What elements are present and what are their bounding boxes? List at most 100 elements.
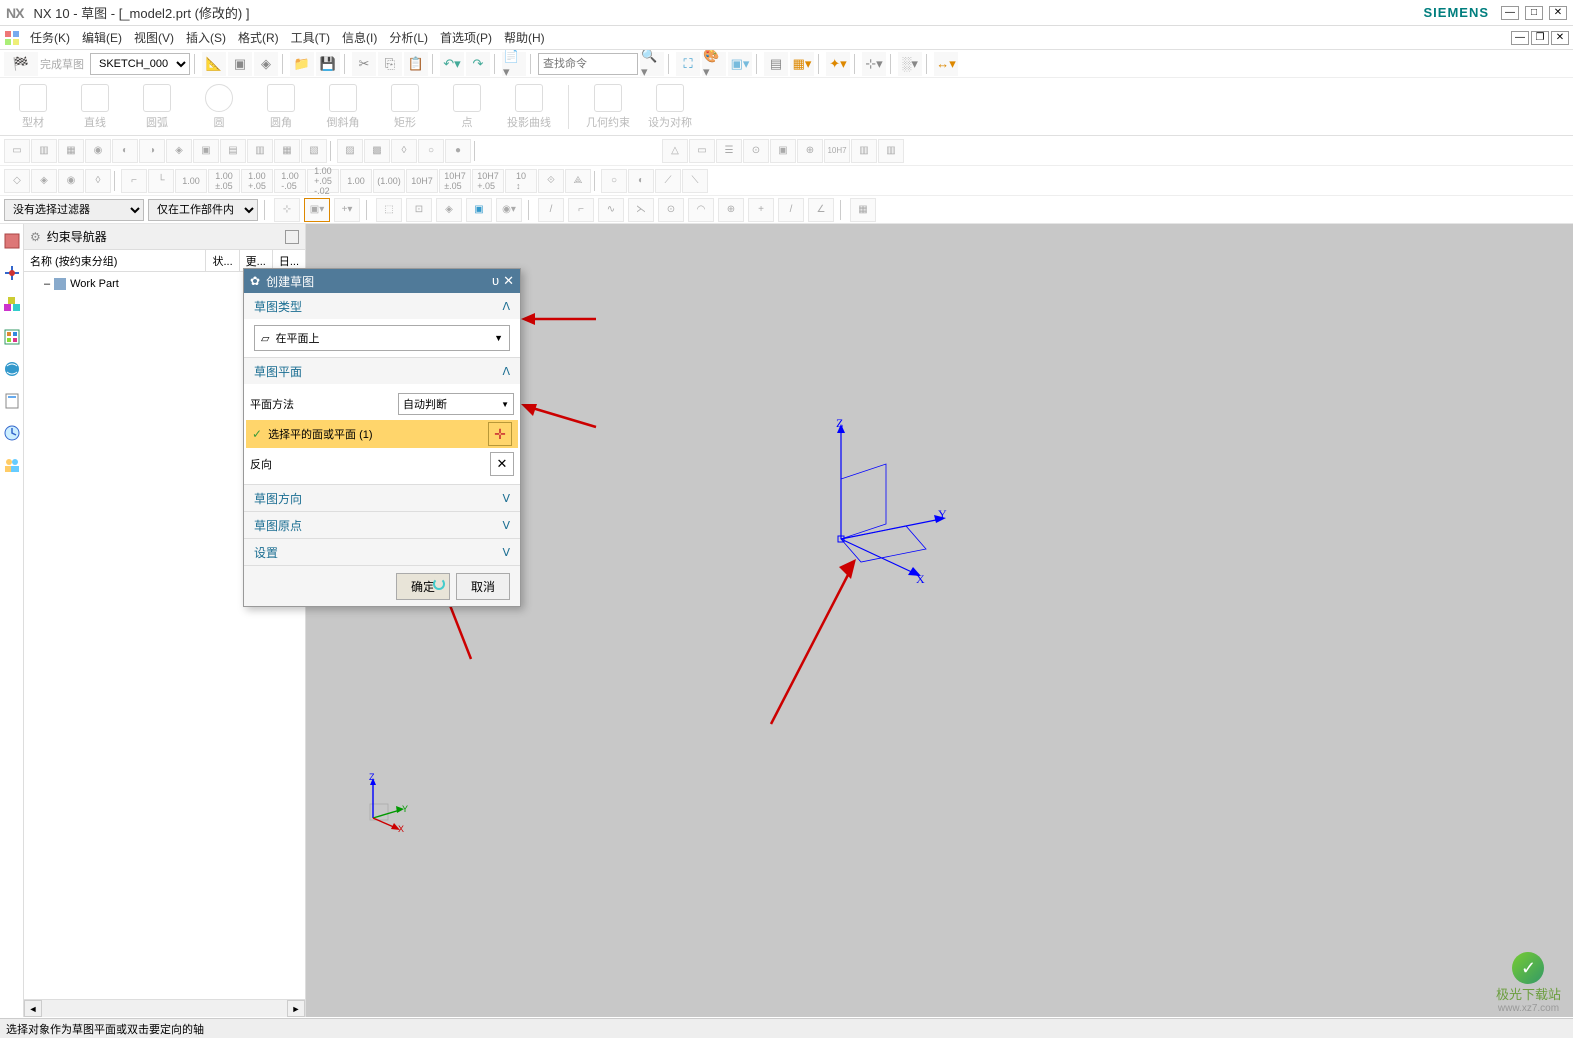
menu-edit[interactable]: 编辑(E) [76, 27, 128, 48]
sel-7-icon[interactable]: ▣ [466, 198, 492, 222]
btn-a14-icon[interactable]: ▩ [364, 139, 390, 163]
gear-icon[interactable]: ⚙ [30, 230, 41, 244]
ribbon-arc[interactable]: 圆弧 [130, 81, 184, 133]
btn-a9-icon[interactable]: ▤ [220, 139, 246, 163]
tab-sheet-icon[interactable] [3, 392, 21, 410]
tab-constraint-icon[interactable] [3, 264, 21, 282]
tab-part-navigator-icon[interactable] [3, 232, 21, 250]
tab-reuse-icon[interactable] [3, 328, 21, 346]
sel-1-icon[interactable]: ⊹ [274, 198, 300, 222]
ribbon-symmetric[interactable]: 设为对称 [643, 81, 697, 133]
btn-b5-icon[interactable]: ⌐ [121, 169, 147, 193]
pin-icon[interactable] [285, 230, 299, 244]
tab-history-icon[interactable] [3, 424, 21, 442]
dialog-reset-icon[interactable]: υ [492, 273, 499, 289]
dim-8-icon[interactable]: 10H7 [406, 169, 438, 193]
ribbon-profile[interactable]: 型材 [6, 81, 60, 133]
command-search[interactable] [538, 53, 638, 75]
dim-7-icon[interactable]: (1.00) [373, 169, 405, 193]
menu-analyze[interactable]: 分析(L) [383, 27, 434, 48]
btn-a21-icon[interactable]: ⊙ [743, 139, 769, 163]
tool-render-icon[interactable]: 🎨▾ [702, 52, 726, 76]
tab-roles-icon[interactable] [3, 456, 21, 474]
menu-tools[interactable]: 工具(T) [285, 27, 336, 48]
btn-a8-icon[interactable]: ▣ [193, 139, 219, 163]
btn-b8-icon[interactable]: ⟁ [565, 169, 591, 193]
selection-scope[interactable]: 仅在工作部件内 [148, 199, 258, 221]
menu-tasks[interactable]: 任务(K) [24, 27, 76, 48]
menu-insert[interactable]: 插入(S) [180, 27, 232, 48]
tool-hatch-icon[interactable]: ░▾ [898, 52, 922, 76]
close-button[interactable]: ✕ [1549, 6, 1567, 20]
snap-6-icon[interactable]: ◠ [688, 198, 714, 222]
snap-10-icon[interactable]: ∠ [808, 198, 834, 222]
snap-1-icon[interactable]: / [538, 198, 564, 222]
tab-web-icon[interactable] [3, 360, 21, 378]
ribbon-project[interactable]: 投影曲线 [502, 81, 556, 133]
mdi-close[interactable]: ✕ [1551, 31, 1569, 45]
finish-sketch-icon[interactable]: 🏁 [4, 52, 38, 76]
tool-copy-icon[interactable]: ⎘ [378, 52, 402, 76]
menu-format[interactable]: 格式(R) [232, 27, 285, 48]
btn-b2-icon[interactable]: ◈ [31, 169, 57, 193]
btn-b9-icon[interactable]: ○ [601, 169, 627, 193]
btn-a5-icon[interactable]: ◐ [112, 139, 138, 163]
menu-prefs[interactable]: 首选项(P) [434, 27, 498, 48]
tool-layer-icon[interactable]: ▤ [764, 52, 788, 76]
section-settings-header[interactable]: 设置 ᐯ [244, 539, 520, 565]
snap-4-icon[interactable]: ⋋ [628, 198, 654, 222]
btn-a19-icon[interactable]: ▭ [689, 139, 715, 163]
tool-save-icon[interactable]: 💾 [316, 52, 340, 76]
section-origin-header[interactable]: 草图原点 ᐯ [244, 512, 520, 538]
btn-b12-icon[interactable]: ⟍ [682, 169, 708, 193]
col-state[interactable]: 状... [206, 250, 239, 271]
btn-a12-icon[interactable]: ▧ [301, 139, 327, 163]
tool-fit-icon[interactable]: ⛶ [676, 52, 700, 76]
tool-layers-icon[interactable]: ▦▾ [790, 52, 814, 76]
btn-a11-icon[interactable]: ▦ [274, 139, 300, 163]
selection-filter[interactable]: 没有选择过滤器 [4, 199, 144, 221]
btn-a6-icon[interactable]: ◑ [139, 139, 165, 163]
ribbon-line[interactable]: 直线 [68, 81, 122, 133]
dim-9-icon[interactable]: 10H7±.05 [439, 169, 471, 193]
dim-5-icon[interactable]: 1.00+.05-.02 [307, 169, 339, 193]
snap-5-icon[interactable]: ⊙ [658, 198, 684, 222]
btn-a18-icon[interactable]: △ [662, 139, 688, 163]
plane-method-combo[interactable]: 自动判断 ▼ [398, 393, 514, 415]
tab-assembly-icon[interactable] [3, 296, 21, 314]
btn-a16-icon[interactable]: ○ [418, 139, 444, 163]
cancel-button[interactable]: 取消 [456, 573, 510, 600]
tool-redo-icon[interactable]: ↷ [466, 52, 490, 76]
ok-button[interactable]: 确定 [396, 573, 450, 600]
btn-b7-icon[interactable]: ⟐ [538, 169, 564, 193]
btn-a23-icon[interactable]: ⊕ [797, 139, 823, 163]
sketch-name-select[interactable]: SKETCH_000 [90, 53, 190, 75]
snap-2-icon[interactable]: ⌐ [568, 198, 594, 222]
btn-b4-icon[interactable]: ◊ [85, 169, 111, 193]
btn-b6-icon[interactable]: └ [148, 169, 174, 193]
ribbon-constraint[interactable]: 几何约束 [581, 81, 635, 133]
tool-cube-icon[interactable]: ▣ [228, 52, 252, 76]
ribbon-point[interactable]: 点 [440, 81, 494, 133]
btn-a7-icon[interactable]: ◈ [166, 139, 192, 163]
ribbon-circle[interactable]: 圆 [192, 81, 246, 133]
scroll-left-icon[interactable]: ◄ [24, 1000, 42, 1017]
btn-a15-icon[interactable]: ◊ [391, 139, 417, 163]
snap-7-icon[interactable]: ⊕ [718, 198, 744, 222]
dialog-title-bar[interactable]: ✿ 创建草图 υ ✕ [244, 269, 520, 293]
dim-3-icon[interactable]: 1.00+.05 [241, 169, 273, 193]
search-icon[interactable]: 🔍▾ [640, 52, 664, 76]
ribbon-chamfer[interactable]: 倒斜角 [316, 81, 370, 133]
btn-a22-icon[interactable]: ▣ [770, 139, 796, 163]
btn-b1-icon[interactable]: ◇ [4, 169, 30, 193]
tool-box-icon[interactable]: ▣▾ [728, 52, 752, 76]
btn-b3-icon[interactable]: ◉ [58, 169, 84, 193]
dim-11-icon[interactable]: 10↕ [505, 169, 537, 193]
scroll-track[interactable] [42, 1000, 287, 1017]
sel-5-icon[interactable]: ⊡ [406, 198, 432, 222]
btn-a17-icon[interactable]: ● [445, 139, 471, 163]
sel-4-icon[interactable]: ⬚ [376, 198, 402, 222]
tool-open-icon[interactable]: 📁 [290, 52, 314, 76]
tool-orient-icon[interactable]: ◈ [254, 52, 278, 76]
mdi-minimize[interactable]: — [1511, 31, 1529, 45]
